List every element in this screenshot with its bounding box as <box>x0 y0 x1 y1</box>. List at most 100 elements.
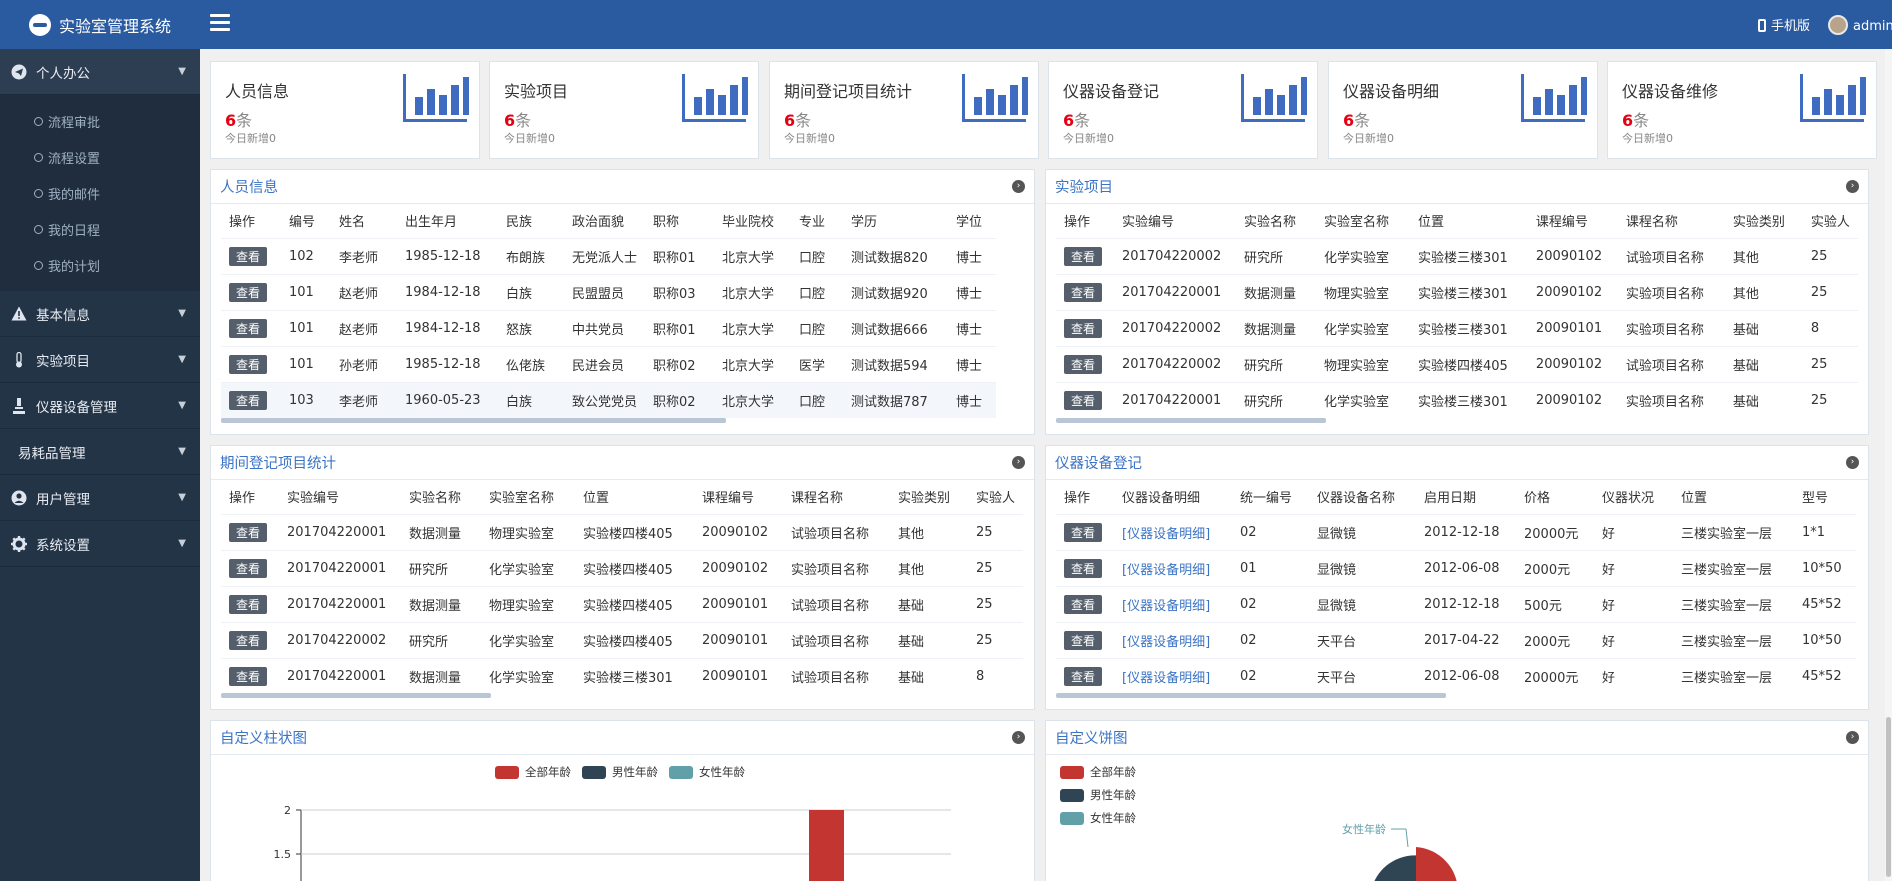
view-button[interactable]: 查看 <box>1064 522 1103 542</box>
view-button[interactable]: 查看 <box>1064 318 1103 338</box>
sidebar-group-experiment-projects[interactable]: 实验项目 ▼ <box>0 337 200 383</box>
sidebar-group-equipment[interactable]: 仪器设备管理 ▼ <box>0 383 200 429</box>
column-header: 实验名称 <box>409 491 462 507</box>
gear-icon <box>10 535 28 552</box>
chevron-right-circle-icon[interactable]: › <box>1846 180 1859 193</box>
table-cell: 25 <box>968 585 1024 622</box>
sidebar-item-process-approval[interactable]: 流程审批 <box>0 103 200 139</box>
view-button[interactable]: 查看 <box>229 390 268 410</box>
horizontal-scrollbar[interactable] <box>221 418 726 423</box>
sidebar-group-consumables[interactable]: 易耗品管理 ▼ <box>0 429 200 475</box>
sidebar-item-label: 我的计划 <box>48 259 101 275</box>
view-button[interactable]: 查看 <box>1064 666 1103 686</box>
sidebar-group-personal-office[interactable]: 个人办公 ▼ <box>0 49 200 95</box>
stat-card-period[interactable]: 期间登记项目统计 6条 今日新增0 <box>769 61 1039 159</box>
stat-card-personnel[interactable]: 人员信息 6条 今日新增0 <box>210 61 480 159</box>
sidebar-item-my-plan[interactable]: 我的计划 <box>0 247 200 283</box>
sidebar-item-my-mail[interactable]: 我的邮件 <box>0 175 200 211</box>
page-vertical-scrollbar[interactable] <box>1885 49 1892 881</box>
view-button[interactable]: 查看 <box>229 246 268 266</box>
equipment-detail-link[interactable]: [仪器设备明细] <box>1114 621 1232 658</box>
action-cell: 查看 <box>221 657 279 694</box>
mobile-version-label: 手机版 <box>1770 19 1810 34</box>
table-cell: 数据测量 <box>401 585 481 622</box>
view-button[interactable]: 查看 <box>1064 282 1103 302</box>
table-cell: 201704220001 <box>279 549 401 586</box>
table-row: 查看 201704220001 研究所 化学实验室 实验楼三楼301 20090… <box>1056 381 1858 418</box>
table-cell: 北京大学 <box>714 273 792 310</box>
table-cell: 20000元 <box>1516 657 1594 694</box>
table-cell: 数据测量 <box>1235 309 1316 346</box>
table-cell: 职称01 <box>645 237 715 274</box>
table-cell: 中共党员 <box>564 309 646 346</box>
table-cell: 基础 <box>1724 345 1803 382</box>
table-row: 查看 101 孙老师 1985-12-18 仫佬族 民进会员 职称02 北京大学… <box>221 345 997 382</box>
stat-card-equipment-repair[interactable]: 仪器设备维修 6条 今日新增0 <box>1607 61 1877 159</box>
action-cell: 查看 <box>1056 549 1114 586</box>
action-cell: 查看 <box>1056 513 1114 550</box>
sidebar-item-process-settings[interactable]: 流程设置 <box>0 139 200 175</box>
panel-bar-chart: 自定义柱状图 › 全部年龄 男性年龄 女性年龄 2 1.5 <box>210 720 1035 881</box>
hamburger-menu-icon[interactable] <box>210 14 230 32</box>
table-cell: 博士 <box>948 309 997 346</box>
sidebar-group-basic-info[interactable]: 基本信息 ▼ <box>0 291 200 337</box>
horizontal-scrollbar[interactable] <box>1056 418 1326 423</box>
card-count: 6条 <box>225 111 253 130</box>
view-button[interactable]: 查看 <box>229 282 268 302</box>
view-button[interactable]: 查看 <box>229 522 268 542</box>
equipment-detail-link[interactable]: [仪器设备明细] <box>1114 585 1232 622</box>
chevron-right-circle-icon[interactable]: › <box>1846 456 1859 469</box>
sidebar-group-system-settings[interactable]: 系统设置 ▼ <box>0 521 200 567</box>
pie-label-line <box>1405 828 1409 848</box>
card-today: 今日新增0 <box>1622 132 1673 145</box>
view-button[interactable]: 查看 <box>229 354 268 374</box>
column-header: 操作 <box>1064 215 1091 231</box>
app-logo[interactable]: 实验室管理系统 <box>0 0 200 49</box>
sidebar: 实验室管理系统 个人办公 ▼ 流程审批 流程设置 我的邮件 我的日程 我的计划 … <box>0 0 200 881</box>
view-button[interactable]: 查看 <box>229 318 268 338</box>
view-button[interactable]: 查看 <box>1064 246 1103 266</box>
sidebar-item-my-schedule[interactable]: 我的日程 <box>0 211 200 247</box>
scrollbar-thumb[interactable] <box>1886 717 1891 877</box>
mobile-version-link[interactable]: 手机版 <box>1757 15 1810 34</box>
caret-down-icon: ▼ <box>178 308 186 319</box>
equipment-detail-link[interactable]: [仪器设备明细] <box>1114 657 1232 694</box>
action-cell: 查看 <box>1056 381 1114 418</box>
panel-title: 人员信息 <box>220 180 278 196</box>
table-cell: 2012-12-18 <box>1416 585 1516 622</box>
action-cell: 查看 <box>221 549 279 586</box>
table-cell: 无党派人士 <box>564 237 646 274</box>
horizontal-scrollbar[interactable] <box>221 693 491 698</box>
sidebar-group-user-management[interactable]: 用户管理 ▼ <box>0 475 200 521</box>
table-cell: 试验项目名称 <box>783 621 890 658</box>
table-cell: 致公党党员 <box>564 381 646 418</box>
table-cell: 10*50 <box>1794 549 1856 586</box>
column-header: 操作 <box>229 215 256 231</box>
equipment-detail-link[interactable]: [仪器设备明细] <box>1114 549 1232 586</box>
table-cell: 201704220001 <box>279 657 401 694</box>
view-button[interactable]: 查看 <box>229 666 268 686</box>
card-count: 6条 <box>1063 111 1091 130</box>
horizontal-scrollbar[interactable] <box>1056 693 1446 698</box>
view-button[interactable]: 查看 <box>1064 354 1103 374</box>
sidebar-group-label: 易耗品管理 <box>18 445 86 462</box>
stat-card-equipment-detail[interactable]: 仪器设备明细 6条 今日新增0 <box>1328 61 1598 159</box>
view-button[interactable]: 查看 <box>1064 558 1103 578</box>
chevron-right-circle-icon[interactable]: › <box>1012 456 1025 469</box>
card-count: 6条 <box>504 111 532 130</box>
view-button[interactable]: 查看 <box>229 594 268 614</box>
column-header: 实验室名称 <box>1323 215 1389 231</box>
user-menu[interactable]: admin <box>1828 14 1892 35</box>
action-cell: 查看 <box>221 345 281 382</box>
view-button[interactable]: 查看 <box>1064 630 1103 650</box>
stat-card-equipment-register[interactable]: 仪器设备登记 6条 今日新增0 <box>1048 61 1318 159</box>
table-cell: 试验项目名称 <box>1617 345 1725 382</box>
view-button[interactable]: 查看 <box>1064 390 1103 410</box>
view-button[interactable]: 查看 <box>229 558 268 578</box>
chevron-right-circle-icon[interactable]: › <box>1012 180 1025 193</box>
equipment-detail-link[interactable]: [仪器设备明细] <box>1114 513 1232 550</box>
table-cell: 物理实验室 <box>481 585 575 622</box>
view-button[interactable]: 查看 <box>1064 594 1103 614</box>
stat-card-projects[interactable]: 实验项目 6条 今日新增0 <box>489 61 759 159</box>
view-button[interactable]: 查看 <box>229 630 268 650</box>
